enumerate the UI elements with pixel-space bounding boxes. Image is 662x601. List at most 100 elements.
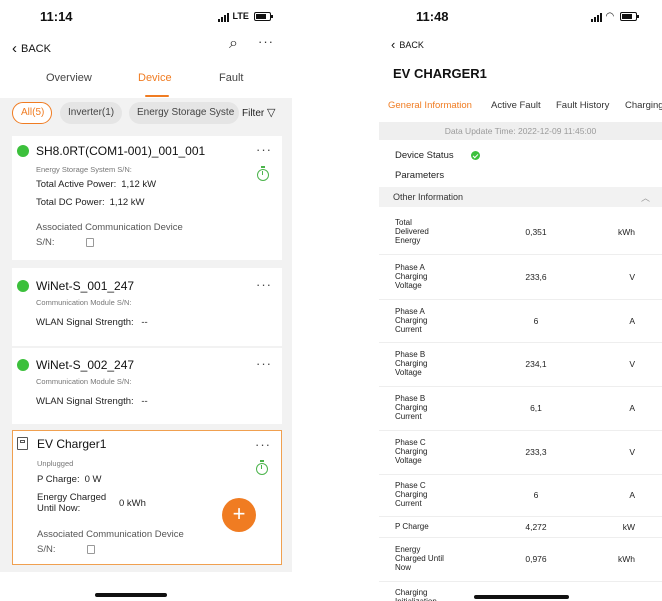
copy-icon[interactable] [87,544,96,554]
device-card[interactable]: WiNet-S_002_247 ··· Communication Module… [12,348,282,424]
parameters-label[interactable]: Parameters [395,170,444,181]
parameter-row: Phase B Charging Voltage 234,1 V [379,342,662,387]
back-button[interactable]: ‹ BACK [12,40,51,57]
parameter-unit: kWh [618,227,635,237]
status-time: 11:48 [416,9,449,24]
chevron-left-icon: ‹ [12,40,17,57]
home-indicator[interactable] [474,595,569,599]
battery-icon [254,12,274,22]
chevron-up-icon: ︿ [640,193,650,203]
device-subtitle: Communication Module S/N: [36,377,132,386]
tab-fault[interactable]: Fault [219,72,243,84]
back-button[interactable]: ‹ BACK [391,37,424,52]
signal-icon [218,12,230,22]
filter-chip-inverter[interactable]: Inverter(1) [60,102,122,124]
tab-overview[interactable]: Overview [46,72,92,84]
status-icons: LTE [218,11,274,22]
metric-line: P Charge: 0 W [37,474,102,485]
parameter-value: 4,272 [525,522,547,532]
chevron-left-icon: ‹ [391,37,396,52]
home-indicator[interactable] [95,593,167,597]
detail-tab-bar: General Information Active Fault Fault H… [379,100,662,122]
device-more-icon[interactable]: ··· [256,142,272,157]
assoc-device-label: Associated Communication Device [37,529,184,540]
parameter-row: Phase A Charging Current 6 A [379,299,662,343]
parameter-value: 233,6 [525,272,547,282]
wifi-icon: ◠ [605,11,615,22]
parameter-row: Total Delivered Energy 0,351 kWh [379,210,662,255]
data-update-time: Data Update Time: 2022-12-09 11:45:00 [379,122,662,140]
filter-chip-energy-storage[interactable]: Energy Storage Syste [129,102,239,124]
parameter-value: 234,1 [525,359,547,369]
status-time: 11:14 [40,9,73,24]
parameter-unit: A [629,403,635,413]
add-fab-button[interactable]: + [222,498,256,532]
timer-icon[interactable] [256,460,268,475]
parameter-row: Phase B Charging Current 6,1 A [379,386,662,431]
tab-charging[interactable]: Charging [625,100,662,111]
right-phone-screen: 11:48 ◠ ‹ BACK EV CHARGER1 General Inform… [379,0,662,601]
active-tab-indicator [145,95,169,97]
device-card[interactable]: SH8.0RT(COM1-001)_001_001 ··· Energy Sto… [12,136,282,260]
parameter-label: Phase C Charging Voltage [395,438,428,465]
device-subtitle: Unplugged [37,459,74,468]
parameter-unit: V [629,447,635,457]
parameter-row: Energy Charged Until Now 0,976 kWh [379,537,662,582]
device-more-icon[interactable]: ··· [256,356,272,371]
tab-general-information[interactable]: General Information [388,100,472,111]
parameter-unit: A [629,490,635,500]
device-name: WiNet-S_002_247 [36,358,135,372]
copy-icon[interactable] [86,237,95,247]
search-icon[interactable]: ⌕ [229,35,238,53]
parameter-label: Phase A Charging Current [395,307,428,334]
device-name: WiNet-S_001_247 [36,279,135,293]
filter-button[interactable]: Filter ▽ [242,106,275,119]
online-status-icon [17,359,29,371]
battery-icon [619,12,639,22]
timer-icon[interactable] [257,166,269,181]
filter-bar: All(5) Inverter(1) Energy Storage Syste … [0,100,292,130]
device-name: EV Charger1 [37,437,107,451]
status-bar: 11:48 ◠ [379,0,662,30]
device-subtitle: Communication Module S/N: [36,298,132,307]
device-subtitle: Energy Storage System S/N: [36,165,132,174]
filter-label: Filter [242,108,265,119]
online-status-icon [17,280,29,292]
tab-device[interactable]: Device [138,72,172,84]
parameter-row: P Charge 4,272 kW [379,516,662,538]
parameter-value: 0,351 [525,227,547,237]
device-card[interactable]: WiNet-S_001_247 ··· Communication Module… [12,268,282,346]
parameter-unit: V [629,272,635,282]
device-more-icon[interactable]: ··· [256,277,272,292]
other-information-label: Other Information [393,192,464,202]
parameter-label: Total Delivered Energy [395,218,429,245]
tab-active-fault[interactable]: Active Fault [491,100,541,111]
parameter-row: Phase C Charging Current 6 A [379,474,662,517]
parameter-unit: kWh [618,554,635,564]
filter-chip-all[interactable]: All(5) [12,102,52,124]
status-ok-icon [471,151,480,160]
parameter-label: Energy Charged Until Now [395,545,444,572]
sn-line: S/N: [37,544,96,555]
device-name: SH8.0RT(COM1-001)_001_001 [36,144,206,158]
tab-bar: Overview Device Fault [0,72,292,98]
device-status-label: Device Status [395,150,454,161]
metric-line: WLAN Signal Strength: -- [36,396,148,407]
parameter-unit: kW [622,522,635,532]
back-label: BACK [21,43,51,55]
metric-line: Total DC Power: 1,12 kW [36,197,145,208]
device-more-icon[interactable]: ··· [255,437,271,452]
back-label: BACK [399,40,424,50]
parameter-label: Charging Initialization [395,588,437,601]
metric-label-multiline: Energy Charged Until Now: [37,492,107,514]
online-status-icon [17,145,29,157]
page-title: EV CHARGER1 [393,66,487,81]
status-icons: ◠ [591,11,639,22]
other-information-section[interactable]: Other Information ︿ [379,187,662,207]
tab-fault-history[interactable]: Fault History [556,100,609,111]
more-options-icon[interactable]: ··· [258,34,274,49]
parameter-unit: V [629,359,635,369]
metric-value: 0 kWh [119,498,146,509]
parameter-value: 6 [533,490,539,500]
parameter-label: Phase A Charging Voltage [395,263,428,290]
